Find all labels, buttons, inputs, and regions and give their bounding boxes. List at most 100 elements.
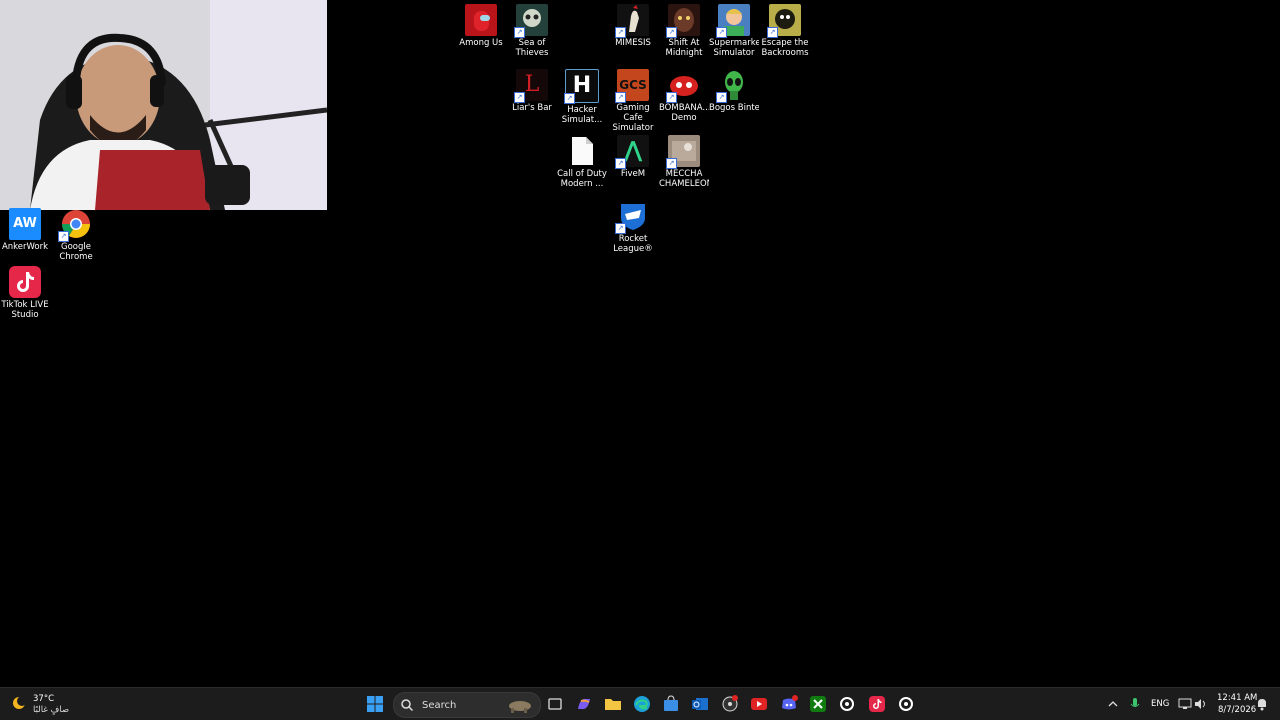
desktop-icon-sea-of-thieves[interactable]: ↗ Sea of Thieves [507, 0, 557, 58]
fivem-glyph: ⋀ [623, 138, 643, 163]
hacker-icon: H ↗ [564, 69, 599, 104]
desktop-icon-label: MECCHA CHAMELEON [659, 169, 709, 189]
outlook-icon [692, 698, 708, 710]
webcam-overlay [0, 0, 327, 210]
desktop-icon-rocket-league[interactable]: ↗ Rocket League® [608, 196, 658, 254]
desktop-icon-ankerwork[interactable]: AW AnkerWork [0, 204, 50, 252]
chrome-icon: ↗ [58, 208, 92, 242]
language-indicator[interactable]: ENG [1151, 699, 1169, 709]
webcam-image [0, 0, 327, 210]
shortcut-arrow-icon: ↗ [716, 92, 727, 103]
microphone-button[interactable] [1124, 693, 1146, 715]
copilot-icon [578, 698, 590, 710]
desktop-icon-mimesis[interactable]: ↗ MIMESIS [608, 0, 658, 48]
obs-icon [722, 695, 738, 712]
desktop-icon-label: Call of Duty Modern ... [557, 169, 607, 189]
desktop-icon-label: Rocket League® [613, 234, 653, 254]
liars-bar-icon: L ↗ [514, 69, 548, 103]
weather-widget[interactable]: 37°C صافٍ غالبًا [10, 692, 80, 716]
speaker-icon [1195, 699, 1205, 709]
file-explorer-button[interactable] [602, 693, 624, 715]
tiktok-taskbar-icon [869, 696, 885, 712]
steelseries-gg-button[interactable] [895, 693, 917, 715]
tray-overflow-button[interactable] [1102, 693, 1124, 715]
steelseries-button[interactable] [836, 693, 858, 715]
desktop-icon-call-of-duty[interactable]: Call of Duty Modern ... [557, 131, 607, 189]
desktop-icon-tiktok-live-studio[interactable]: TikTok LIVE Studio [0, 262, 50, 320]
desktop-icon-escape-backrooms[interactable]: ↗ Escape the Backrooms [760, 0, 810, 58]
desktop-icon-hacker-simulator[interactable]: H ↗ Hacker Simulat... [557, 65, 607, 125]
desktop-icon-bogos-binted[interactable]: ↗ Bogos Binted [709, 65, 759, 113]
discord-button[interactable] [778, 693, 800, 715]
desktop-icon-bombana[interactable]: ↗ BOMBANA... Demo [659, 65, 709, 123]
desktop-icon-fivem[interactable]: ⋀ ↗ FiveM [608, 131, 658, 179]
desktop-icon-label: Sea of Thieves [515, 38, 549, 58]
file-icon [566, 135, 598, 167]
weather-icon [10, 694, 28, 712]
edge-button[interactable] [631, 693, 653, 715]
youtube-button[interactable] [748, 693, 770, 715]
shortcut-arrow-icon: ↗ [666, 92, 677, 103]
task-view-icon [548, 698, 562, 710]
desktop-icon-label: Among Us [459, 38, 503, 48]
chevron-up-icon [1108, 701, 1118, 707]
bombana-icon: ↗ [666, 69, 700, 103]
face-icon: ↗ [666, 4, 700, 38]
start-button[interactable] [364, 693, 386, 715]
taskbar-search[interactable]: Search [393, 692, 541, 718]
search-highlight-icon [506, 697, 534, 713]
outlook-button[interactable] [689, 693, 711, 715]
volume-button[interactable] [1190, 693, 1212, 715]
task-view-button[interactable] [544, 693, 566, 715]
search-icon [400, 698, 414, 712]
copilot-button[interactable] [573, 693, 595, 715]
notifications-button[interactable] [1251, 693, 1273, 715]
chameleon-icon: ↗ [666, 135, 700, 169]
desktop-icon-meccha-chameleon[interactable]: ↗ MECCHA CHAMELEON [659, 131, 709, 189]
alien-icon: ↗ [716, 69, 750, 103]
discord-icon [782, 695, 798, 710]
desktop-icon-label: BOMBANA... Demo [659, 103, 709, 123]
bell-icon [1258, 699, 1266, 711]
youtube-icon [751, 698, 767, 710]
shortcut-arrow-icon: ↗ [615, 92, 626, 103]
obs-button[interactable] [719, 693, 741, 715]
rocket-league-icon: ↗ [615, 200, 649, 234]
shortcut-arrow-icon: ↗ [666, 158, 677, 169]
shortcut-arrow-icon: ↗ [666, 27, 677, 38]
desktop-icon-google-chrome[interactable]: ↗ Google Chrome [51, 204, 101, 262]
store-button[interactable] [660, 693, 682, 715]
desktop-icon-label: Shift At Midnight [665, 38, 703, 58]
desktop-icon-supermarket-simulator[interactable]: ↗ Supermarket Simulator [709, 0, 759, 58]
desktop-icon-gaming-cafe[interactable]: GCS ↗ Gaming Cafe Simulator [608, 65, 658, 133]
desktop-icon-among-us[interactable]: Among Us [456, 0, 506, 48]
desktop-icon-label: Google Chrome [59, 242, 93, 262]
gcs-icon: GCS ↗ [615, 69, 649, 103]
shortcut-arrow-icon: ↗ [514, 27, 525, 38]
desktop-icon-shift-at-midnight[interactable]: ↗ Shift At Midnight [659, 0, 709, 58]
desktop-icon-label: TikTok LIVE Studio [1, 300, 49, 320]
xbox-button[interactable] [807, 693, 829, 715]
microphone-icon [1130, 698, 1140, 707]
desktop-icon-label: Gaming Cafe Simulator [612, 103, 654, 133]
steelseries-icon [840, 697, 854, 711]
shopkeeper-icon: ↗ [716, 4, 750, 38]
xbox-icon [810, 696, 826, 712]
shortcut-arrow-icon: ↗ [615, 223, 626, 234]
desktop-icon-label: Liar's Bar [512, 103, 552, 113]
shortcut-arrow-icon: ↗ [615, 27, 626, 38]
desktop-icon-label: Escape the Backrooms [761, 38, 809, 58]
desktop-icon-label: MIMESIS [615, 38, 651, 48]
gcs-glyph: GCS [619, 78, 647, 92]
shortcut-arrow-icon: ↗ [716, 27, 727, 38]
search-placeholder: Search [422, 699, 457, 711]
taskbar: 37°C صافٍ غالبًا Search ENG 12:41 AM 8/7… [0, 687, 1280, 720]
desktop-icon-label: Bogos Binted [709, 103, 759, 113]
tiktok-studio-button[interactable] [866, 693, 888, 715]
store-icon [664, 695, 678, 711]
shortcut-arrow-icon: ↗ [564, 93, 575, 104]
fivem-icon: ⋀ ↗ [615, 135, 649, 169]
folder-icon [605, 699, 621, 710]
backrooms-icon: ↗ [767, 4, 801, 38]
desktop-icon-liars-bar[interactable]: L ↗ Liar's Bar [507, 65, 557, 113]
